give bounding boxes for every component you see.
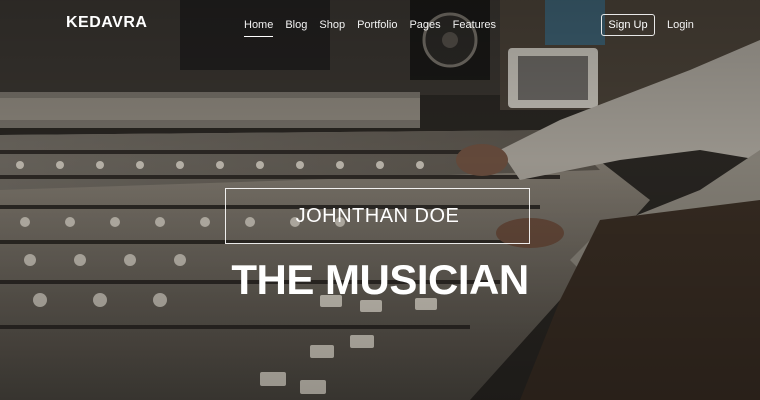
main-menu: Home Blog Shop Portfolio Pages Features <box>244 19 508 37</box>
login-link[interactable]: Login <box>667 19 694 31</box>
menu-item-features[interactable]: Features <box>453 19 496 37</box>
hero-name: JOHNTHAN DOE <box>295 204 460 227</box>
menu-item-shop[interactable]: Shop <box>319 19 345 37</box>
menu-item-blog[interactable]: Blog <box>285 19 307 37</box>
menu-item-home[interactable]: Home <box>244 19 274 37</box>
menu-item-portfolio[interactable]: Portfolio <box>357 19 397 37</box>
menu-item-pages[interactable]: Pages <box>409 19 440 37</box>
top-navbar: KEDAVRA Home Blog Shop Portfolio Pages F… <box>0 0 760 50</box>
signup-button[interactable]: Sign Up <box>601 14 655 36</box>
brand-logo[interactable]: KEDAVRA <box>66 14 147 32</box>
hero-title: THE MUSICIAN <box>231 256 529 303</box>
hero-name-box: JOHNTHAN DOE <box>225 188 530 244</box>
